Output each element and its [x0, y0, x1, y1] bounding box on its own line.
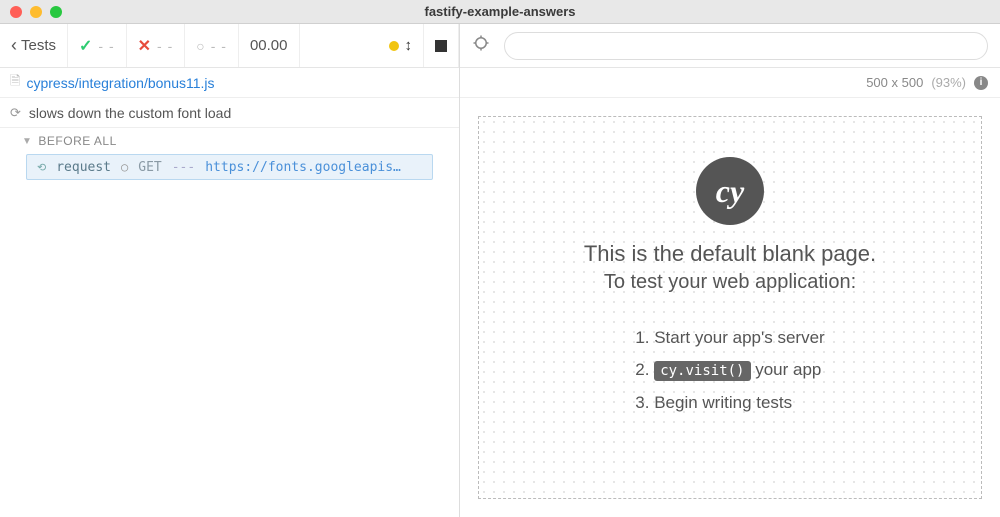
command-url: https://fonts.googleapis… [205, 160, 422, 175]
blank-step-1: Start your app's server [635, 322, 824, 354]
window-titlebar: fastify-example-answers [0, 0, 1000, 24]
minimize-window-button[interactable] [30, 6, 42, 18]
viewport-info[interactable]: 500 x 500 (93%) i [460, 68, 1000, 98]
auto-scroll-button[interactable]: ↕ [378, 24, 425, 67]
viewport-size: 500 x 500 [866, 75, 923, 90]
stop-icon [435, 40, 447, 52]
aut-iframe-wrap: cy This is the default blank page. To te… [460, 98, 1000, 517]
command-dashes: --- [172, 160, 195, 175]
aut-blank-page: cy This is the default blank page. To te… [478, 116, 982, 499]
window-title: fastify-example-answers [0, 4, 1000, 19]
failed-count[interactable]: ✕ - - [127, 24, 186, 67]
caret-down-icon: ▼ [22, 136, 32, 147]
url-input[interactable] [504, 32, 988, 60]
test-title-row[interactable]: ⟳ slows down the custom font load [0, 98, 459, 128]
blank-heading-1: This is the default blank page. [479, 241, 981, 267]
reporter-toolbar: ‹ Tests ✓ - - ✕ - - ○ - - 00.00 ↕ [0, 24, 459, 68]
yellow-dot-icon [389, 41, 399, 51]
spec-file-path: cypress/integration/bonus11.js [26, 75, 214, 91]
circle-icon: ○ [196, 38, 204, 54]
blank-step-2: cy.visit() your app [635, 354, 824, 386]
circle-icon: ○ [121, 160, 128, 174]
tests-label: Tests [21, 37, 56, 54]
file-icon: 🗎 [10, 72, 20, 94]
command-row[interactable]: ⟲ request ○ GET --- https://fonts.google… [26, 154, 433, 180]
blank-steps-list: Start your app's server cy.visit() your … [635, 322, 824, 419]
updown-icon: ↕ [405, 37, 413, 54]
close-window-button[interactable] [10, 6, 22, 18]
command-method: GET [138, 160, 161, 175]
passed-count[interactable]: ✓ - - [68, 24, 127, 67]
spec-file-row[interactable]: 🗎 cypress/integration/bonus11.js [0, 68, 459, 98]
hook-row[interactable]: ▼ BEFORE ALL [0, 128, 459, 154]
cypress-logo: cy [696, 157, 764, 225]
spinner-icon: ⟳ [10, 105, 21, 121]
tests-back-button[interactable]: ‹ Tests [0, 24, 68, 67]
hook-label: BEFORE ALL [38, 134, 116, 148]
check-icon: ✓ [79, 36, 92, 56]
timer: 00.00 [239, 24, 300, 67]
reporter-panel: ‹ Tests ✓ - - ✕ - - ○ - - 00.00 ↕ [0, 24, 460, 517]
cy-visit-code: cy.visit() [654, 361, 750, 381]
maximize-window-button[interactable] [50, 6, 62, 18]
pending-count[interactable]: ○ - - [185, 24, 239, 67]
blank-step-3: Begin writing tests [635, 387, 824, 419]
info-icon[interactable]: i [974, 76, 988, 90]
chevron-left-icon: ‹ [11, 35, 17, 56]
test-title: slows down the custom font load [29, 105, 231, 121]
selector-playground-icon[interactable] [472, 34, 490, 57]
traffic-lights [0, 6, 62, 18]
viewport-scale: (93%) [931, 75, 966, 90]
aut-toolbar [460, 24, 1000, 68]
command-name: request [56, 160, 111, 175]
x-icon: ✕ [138, 36, 151, 56]
blank-heading-2: To test your web application: [479, 271, 981, 294]
spinner-icon: ⟲ [37, 161, 46, 174]
stop-button[interactable] [424, 24, 459, 67]
aut-panel: 500 x 500 (93%) i cy This is the default… [460, 24, 1000, 517]
